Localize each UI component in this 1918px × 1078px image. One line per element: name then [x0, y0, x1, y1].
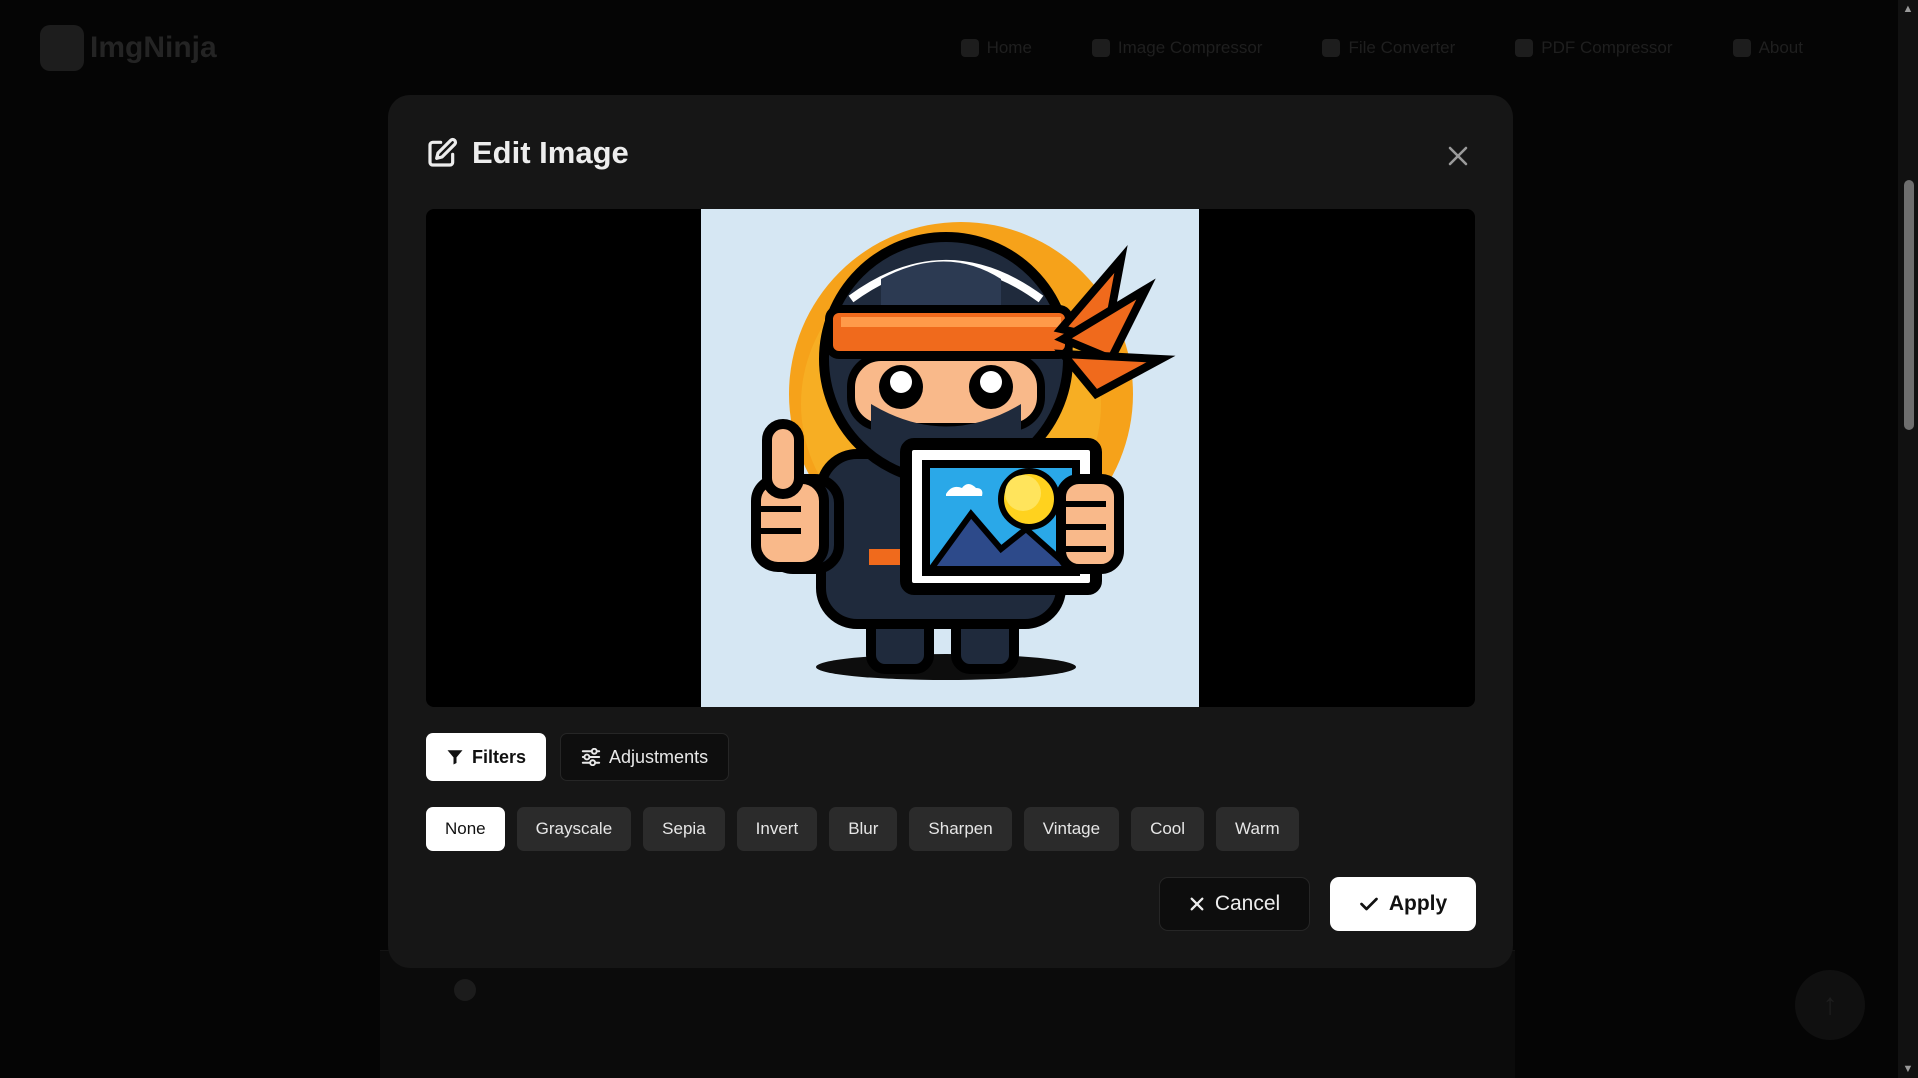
- preview-image: [701, 209, 1199, 707]
- image-preview-area: [426, 209, 1475, 707]
- background-content-card: [380, 950, 1515, 1078]
- filter-blur[interactable]: Blur: [829, 807, 898, 851]
- filter-invert[interactable]: Invert: [736, 807, 818, 851]
- apply-button[interactable]: Apply: [1330, 877, 1476, 931]
- logo-icon: [40, 25, 84, 71]
- filter-vintage[interactable]: Vintage: [1023, 807, 1120, 851]
- filter-sepia[interactable]: Sepia: [643, 807, 725, 851]
- close-button[interactable]: [1441, 139, 1475, 173]
- close-icon: [1189, 896, 1205, 912]
- background-nav-about: About: [1732, 38, 1803, 58]
- cancel-button[interactable]: Cancel: [1159, 877, 1310, 931]
- info-icon: [1732, 39, 1751, 57]
- background-nav-file-converter: File Converter: [1322, 38, 1455, 58]
- home-icon: [960, 39, 979, 57]
- page-scrollbar[interactable]: ▲ ▼: [1898, 0, 1918, 1078]
- close-icon: [1446, 144, 1470, 168]
- tab-adjustments-label: Adjustments: [609, 746, 709, 767]
- arrow-up-icon: ↑: [1822, 988, 1838, 1021]
- filter-warm[interactable]: Warm: [1216, 807, 1299, 851]
- editor-tabs: Filters Adjustments: [426, 733, 730, 781]
- modal-title: Edit Image: [472, 135, 629, 170]
- ninja-mascot-image: [751, 222, 1176, 680]
- sliders-icon: [581, 748, 601, 766]
- background-nav-home: Home: [960, 38, 1032, 58]
- check-icon: [1359, 894, 1379, 914]
- filter-icon: [446, 748, 464, 766]
- background-nav-image-compressor: Image Compressor: [1091, 38, 1262, 58]
- pdf-icon: [1515, 39, 1534, 57]
- filter-grayscale[interactable]: Grayscale: [516, 807, 632, 851]
- filter-options: None Grayscale Sepia Invert Blur Sharpen…: [426, 807, 1299, 851]
- background-logo: ImgNinja: [40, 25, 217, 71]
- scroll-up-arrow-icon[interactable]: ▲: [1898, 0, 1918, 18]
- image-icon: [1091, 39, 1110, 57]
- modal-header: Edit Image: [426, 135, 629, 171]
- tab-filters-label: Filters: [472, 746, 527, 767]
- background-nav-pdf-compressor: PDF Compressor: [1515, 38, 1673, 58]
- filter-cool[interactable]: Cool: [1131, 807, 1205, 851]
- background-card-icon: [454, 979, 476, 1001]
- background-nav-links: Home Image Compressor File Converter PDF…: [960, 38, 1803, 58]
- filter-none[interactable]: None: [426, 807, 505, 851]
- cancel-label: Cancel: [1214, 892, 1281, 915]
- tab-adjustments[interactable]: Adjustments: [560, 733, 730, 781]
- scroll-thumb[interactable]: [1904, 180, 1914, 430]
- scroll-down-arrow-icon[interactable]: ▼: [1898, 1060, 1918, 1078]
- background-brand: ImgNinja: [90, 31, 217, 64]
- edit-icon: [426, 137, 458, 169]
- filter-sharpen[interactable]: Sharpen: [909, 807, 1012, 851]
- tab-filters[interactable]: Filters: [426, 733, 547, 781]
- scroll-top-button: ↑: [1795, 970, 1865, 1040]
- edit-image-modal: Edit Image Filters Adjustments None Gray…: [388, 95, 1513, 968]
- modal-actions: Cancel Apply: [1159, 877, 1476, 931]
- apply-label: Apply: [1388, 892, 1448, 915]
- background-navbar: ImgNinja Home Image Compressor File Conv…: [0, 0, 1898, 100]
- file-icon: [1322, 39, 1341, 57]
